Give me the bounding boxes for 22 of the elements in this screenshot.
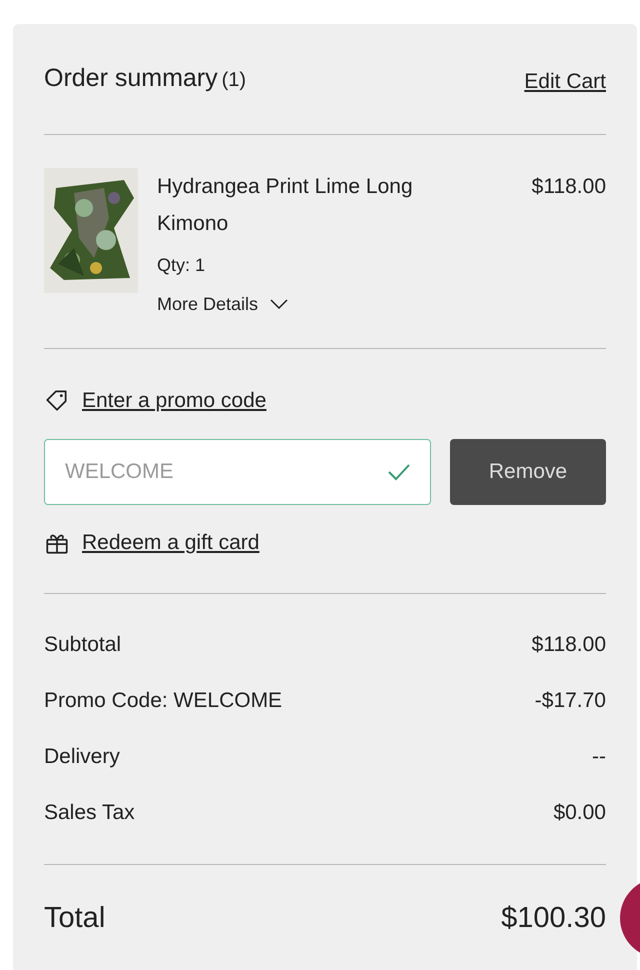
summary-label: Promo Code: WELCOME: [44, 688, 282, 714]
edit-cart-link[interactable]: Edit Cart: [524, 66, 606, 98]
product-price: $118.00: [532, 174, 606, 200]
item-count: (1): [222, 68, 246, 93]
promo-code-link[interactable]: Enter a promo code: [82, 384, 266, 416]
gift-card-link[interactable]: Redeem a gift card: [82, 527, 260, 558]
summary-amount: $118.00: [532, 632, 606, 658]
total-label: Total: [44, 900, 106, 936]
summary-label: Subtotal: [44, 632, 122, 658]
summary-label: Delivery: [44, 744, 120, 770]
more-details-toggle[interactable]: More Details: [157, 290, 513, 318]
product-name: Hydrangea Print Lime Long Kimono: [157, 174, 414, 236]
summary-title: Order summary: [44, 63, 218, 94]
summary-label: Sales Tax: [44, 800, 135, 826]
summary-amount: $0.00: [553, 800, 606, 826]
summary-amount: --: [592, 744, 606, 770]
remove-button[interactable]: Remove: [450, 439, 606, 505]
total-amount: $100.30: [501, 900, 606, 936]
quantity: Qty: 1: [157, 254, 206, 277]
summary-amount: -$17.70: [534, 688, 606, 714]
chevron-icon: [270, 299, 288, 309]
check-icon: [387, 463, 411, 481]
